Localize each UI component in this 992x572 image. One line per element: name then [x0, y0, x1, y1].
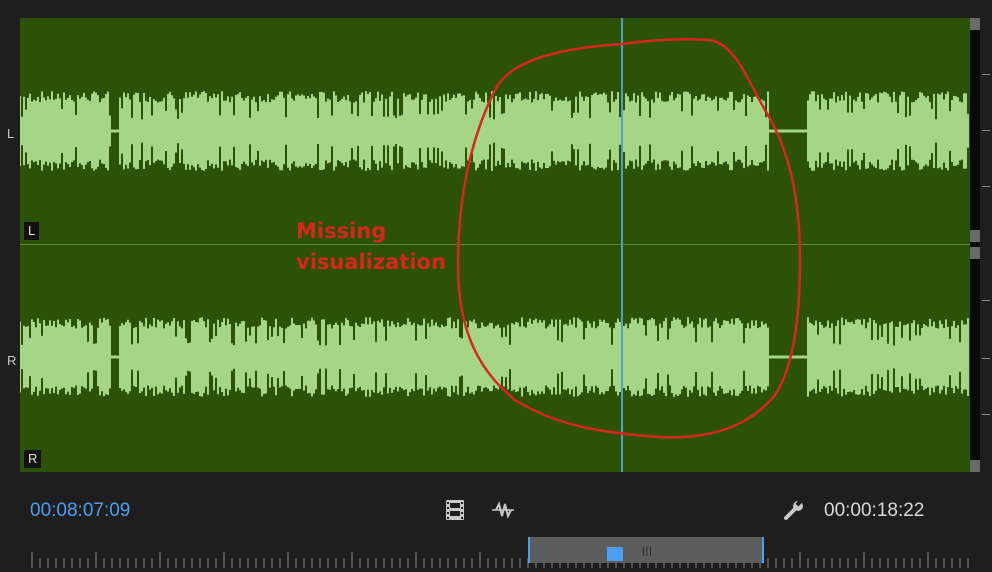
right-scroll-handle-top[interactable]: [970, 247, 980, 259]
ruler-label-left: L: [7, 126, 15, 141]
annotation-label: Missing visualization: [296, 216, 446, 278]
annotation-line-1: Missing: [296, 219, 387, 243]
annotation-line-2: visualization: [296, 250, 446, 274]
playhead[interactable]: [621, 18, 623, 472]
right-scroll-handle-bottom[interactable]: [970, 460, 980, 472]
duration-timecode: 00:00:18:22: [824, 500, 925, 521]
playhead-marker[interactable]: [607, 547, 623, 561]
right-channel-badge: R: [24, 450, 42, 468]
timeline-ruler[interactable]: [0, 530, 992, 572]
right-channel-waveform: [20, 317, 969, 397]
left-scroll-handle-bottom[interactable]: [970, 230, 980, 242]
amplitude-tick: [982, 74, 990, 75]
left-channel-waveform: [20, 91, 969, 171]
ruler-label-right: R: [7, 353, 17, 368]
waveform-display[interactable]: L R: [20, 18, 970, 472]
amplitude-tick: [982, 358, 990, 359]
amplitude-scrollbar[interactable]: [970, 18, 980, 472]
amplitude-tick: [982, 414, 990, 415]
left-scroll-handle-top[interactable]: [970, 18, 980, 30]
amplitude-tick: [982, 130, 990, 131]
amplitude-tick: [982, 186, 990, 187]
film-clip-icon[interactable]: [443, 498, 469, 524]
left-channel-badge: L: [24, 222, 40, 240]
audio-waveform-icon[interactable]: [490, 498, 516, 524]
audio-waveform-panel: L R L R: [0, 0, 992, 490]
current-timecode[interactable]: 00:08:07:09: [30, 500, 130, 522]
wrench-icon[interactable]: [782, 498, 808, 524]
grip-icon: |||: [642, 546, 653, 557]
amplitude-tick: [982, 300, 990, 301]
